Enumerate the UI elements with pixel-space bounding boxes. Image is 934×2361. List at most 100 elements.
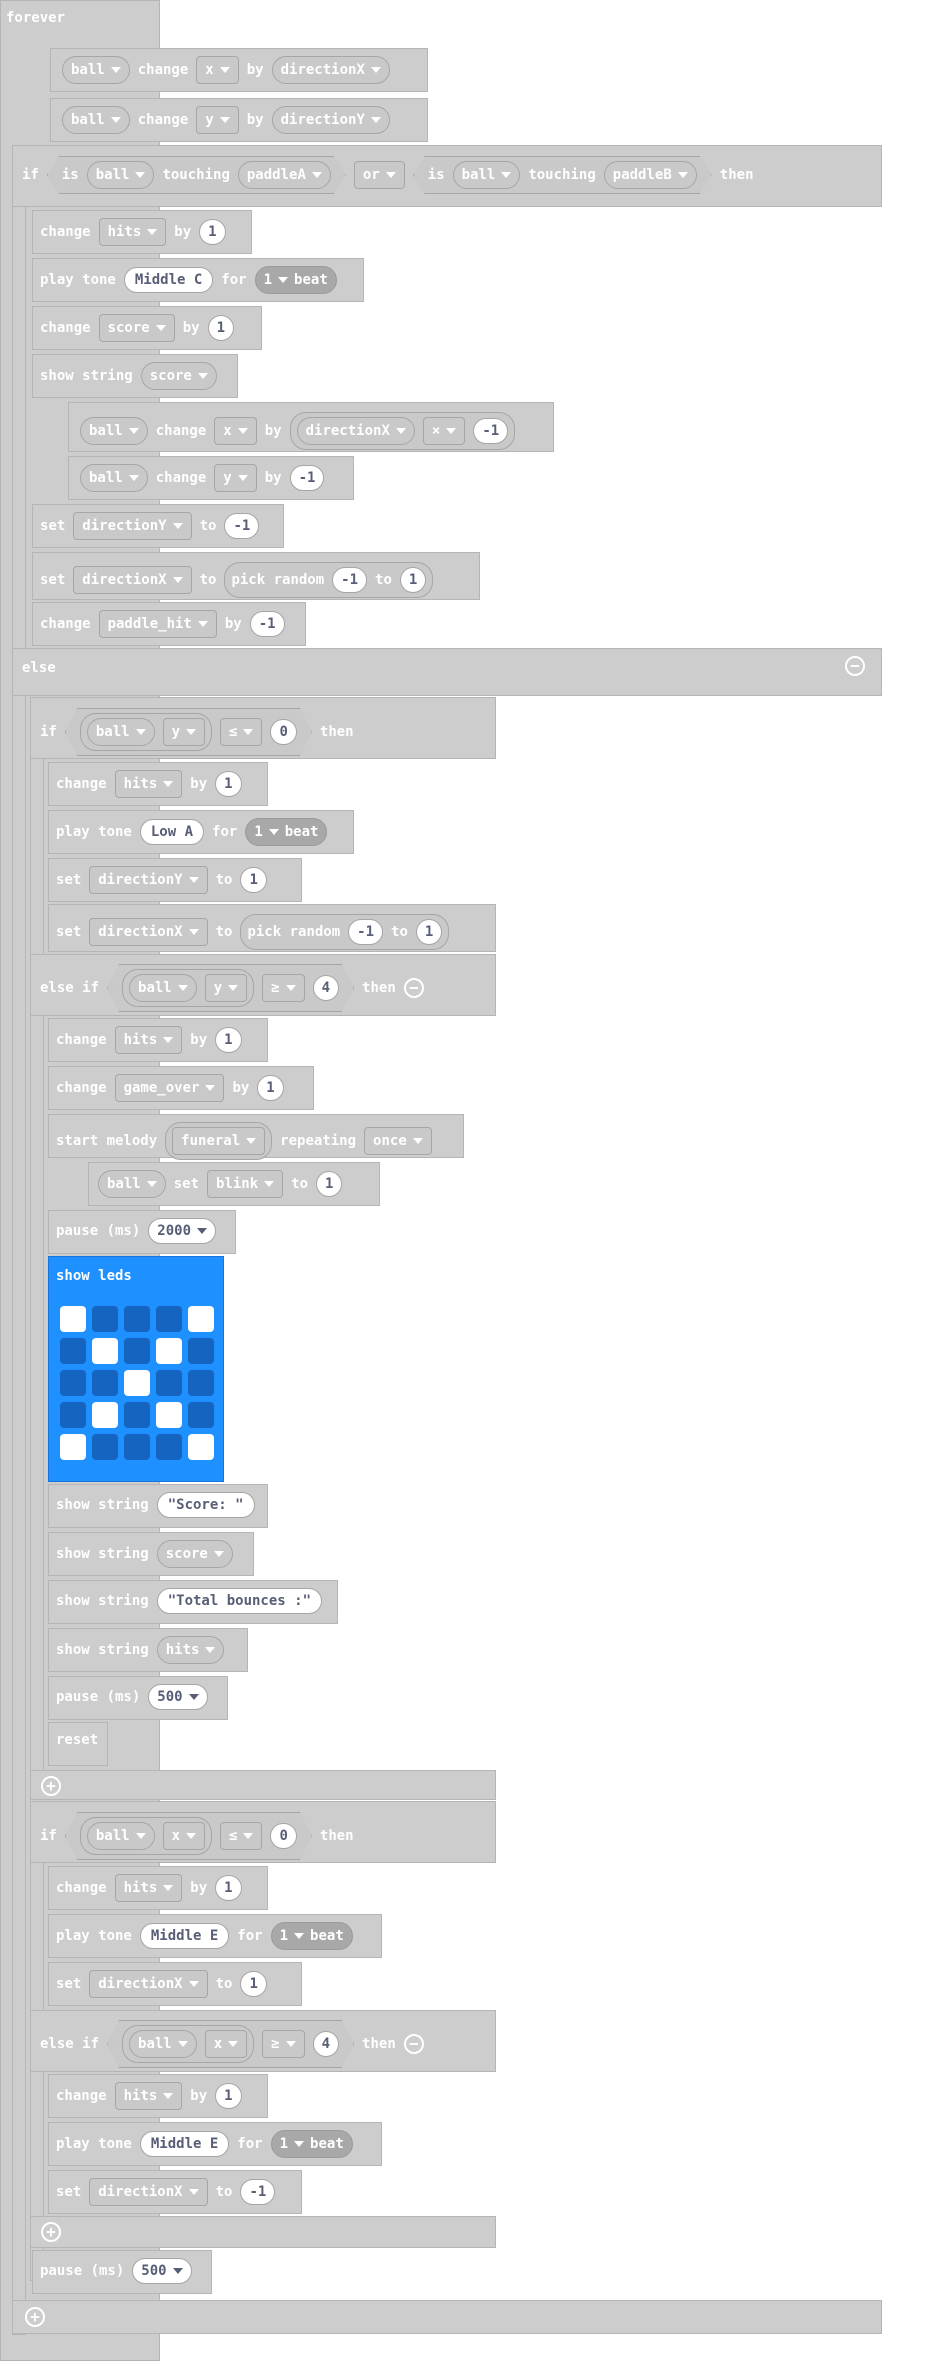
number-input[interactable]: 1 (415, 919, 443, 945)
led-cell[interactable] (60, 1370, 86, 1396)
variable-dropdown[interactable]: hits (156, 1636, 225, 1664)
compare-condition[interactable]: ball x ≥ 4 (107, 2020, 354, 2068)
led-cell[interactable] (60, 1306, 86, 1332)
led-cell[interactable] (92, 1434, 118, 1460)
note-input[interactable]: Low A (139, 819, 205, 845)
variable-dropdown[interactable]: hits (98, 218, 167, 246)
led-cell[interactable] (92, 1370, 118, 1396)
target-dropdown[interactable]: paddleA (238, 161, 331, 189)
sprite-dropdown[interactable]: ball (80, 464, 148, 492)
minus-circle-icon[interactable]: − (403, 978, 424, 998)
note-input[interactable]: Middle E (139, 2131, 230, 2157)
compare-condition[interactable]: ball y ≤ 0 (65, 708, 312, 756)
led-cell[interactable] (92, 1338, 118, 1364)
led-cell[interactable] (156, 1434, 182, 1460)
variable-dropdown[interactable]: score (98, 314, 175, 342)
number-input[interactable]: 1 (199, 219, 226, 245)
sprite-dropdown[interactable]: ball (87, 1822, 155, 1850)
number-input[interactable]: -1 (289, 465, 325, 491)
duration-dropdown[interactable]: 500 (132, 2258, 192, 2284)
variable-dropdown[interactable]: score (156, 1540, 233, 1568)
compare-condition[interactable]: ball x ≤ 0 (65, 1812, 312, 1860)
variable-dropdown[interactable]: hits (114, 770, 183, 798)
property-reporter[interactable]: ball y (80, 713, 212, 751)
led-cell[interactable] (92, 1306, 118, 1332)
beat-dropdown[interactable]: 1 beat (270, 2130, 353, 2158)
led-cell[interactable] (124, 1370, 150, 1396)
comparison-dropdown[interactable]: ≥ (262, 2030, 304, 2058)
pick-random-expression[interactable]: pick random -1 to 1 (224, 562, 434, 598)
number-input[interactable]: 4 (313, 2031, 339, 2057)
number-input[interactable]: 1 (215, 2083, 242, 2109)
variable-dropdown[interactable]: directionY (89, 866, 208, 894)
if-block-2[interactable] (30, 697, 44, 1797)
led-cell[interactable] (188, 1338, 214, 1364)
property-dropdown[interactable]: y (163, 718, 205, 746)
number-input[interactable]: -1 (240, 2179, 276, 2205)
variable-dropdown[interactable]: hits (114, 2082, 183, 2110)
variable-dropdown[interactable]: directionX (89, 918, 208, 946)
plus-circle-icon[interactable]: + (41, 2222, 61, 2242)
property-dropdown[interactable]: y (205, 974, 247, 1002)
number-input[interactable]: -1 (224, 513, 260, 539)
variable-dropdown[interactable]: directionX (89, 1970, 208, 1998)
led-cell[interactable] (92, 1402, 118, 1428)
operator-dropdown[interactable]: × (422, 417, 466, 445)
sprite-dropdown[interactable]: ball (129, 2030, 197, 2058)
variable-dropdown[interactable]: paddle_hit (98, 610, 217, 638)
led-cell[interactable] (156, 1402, 182, 1428)
number-input[interactable]: 1 (215, 771, 242, 797)
variable-dropdown[interactable]: game_over (114, 1074, 225, 1102)
property-dropdown[interactable]: blink (207, 1170, 284, 1198)
property-dropdown[interactable]: x (163, 1822, 205, 1850)
led-cell[interactable] (124, 1338, 150, 1364)
variable-dropdown[interactable]: directionX (73, 566, 192, 594)
touching-condition-b[interactable]: is ball touching paddleB (413, 156, 712, 194)
sprite-dropdown[interactable]: ball (87, 161, 155, 189)
sprite-dropdown[interactable]: ball (62, 56, 130, 84)
duration-dropdown[interactable]: 2000 (148, 1218, 217, 1244)
property-dropdown[interactable]: x (196, 56, 239, 84)
string-input[interactable]: "Total bounces :" (156, 1588, 323, 1614)
if-block-2-footer[interactable] (30, 1770, 496, 1800)
variable-dropdown[interactable]: hits (114, 1026, 183, 1054)
touching-condition-a[interactable]: is ball touching paddleA (47, 156, 346, 194)
led-cell[interactable] (156, 1338, 182, 1364)
duration-dropdown[interactable]: 500 (148, 1684, 208, 1710)
number-input[interactable]: 1 (215, 1027, 242, 1053)
plus-circle-icon[interactable]: + (25, 2307, 45, 2327)
led-cell[interactable] (188, 1370, 214, 1396)
variable-dropdown[interactable]: directionX (296, 417, 415, 445)
if-block-3-footer[interactable] (30, 2216, 496, 2248)
number-input[interactable]: 0 (270, 1823, 296, 1849)
number-input[interactable]: 1 (240, 867, 267, 893)
number-input[interactable]: 1 (215, 1875, 242, 1901)
property-dropdown[interactable]: y (214, 464, 257, 492)
sprite-dropdown[interactable]: ball (62, 106, 130, 134)
if-block-1-footer[interactable] (12, 2300, 882, 2334)
plus-circle-icon[interactable]: + (41, 1776, 61, 1796)
led-cell[interactable] (60, 1338, 86, 1364)
number-input[interactable]: -1 (332, 567, 368, 593)
property-dropdown[interactable]: y (196, 106, 239, 134)
led-cell[interactable] (156, 1370, 182, 1396)
led-cell[interactable] (156, 1306, 182, 1332)
if-block-1-else[interactable] (12, 648, 882, 696)
logic-dropdown[interactable]: or (353, 161, 405, 189)
number-input[interactable]: 4 (313, 975, 339, 1001)
number-input[interactable]: 1 (240, 1971, 267, 1997)
number-input[interactable]: -1 (348, 919, 384, 945)
sprite-dropdown[interactable]: ball (87, 718, 155, 746)
property-reporter[interactable]: ball x (122, 2025, 254, 2063)
comparison-dropdown[interactable]: ≤ (220, 718, 262, 746)
target-dropdown[interactable]: paddleB (604, 161, 697, 189)
led-cell[interactable] (188, 1434, 214, 1460)
sprite-dropdown[interactable]: ball (453, 161, 521, 189)
number-input[interactable]: 1 (257, 1075, 284, 1101)
variable-dropdown[interactable]: directionX (89, 2178, 208, 2206)
led-cell[interactable] (124, 1434, 150, 1460)
melody-reporter[interactable]: funeral (165, 1122, 273, 1160)
number-input[interactable]: 1 (207, 315, 235, 341)
property-dropdown[interactable]: x (214, 417, 257, 445)
led-cell[interactable] (124, 1402, 150, 1428)
